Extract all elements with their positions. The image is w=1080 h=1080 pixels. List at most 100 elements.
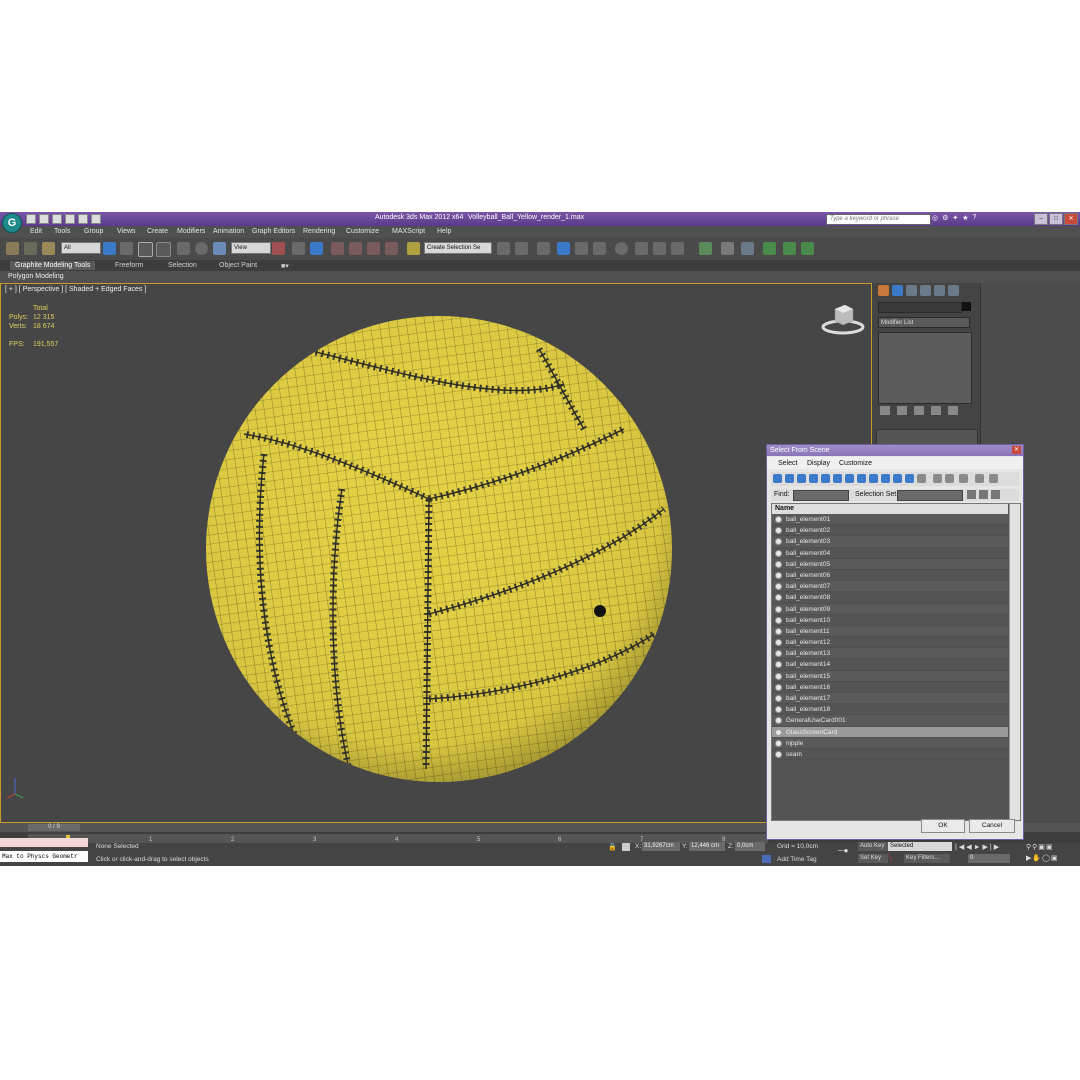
help-icon[interactable]: ? — [973, 214, 977, 222]
list-item[interactable]: ball_element06 — [772, 569, 1008, 582]
reset-simulation-icon[interactable] — [801, 242, 814, 255]
menu-animation[interactable]: Animation — [213, 228, 244, 235]
graphite-toggle-icon[interactable] — [557, 242, 570, 255]
filter-options-icon[interactable] — [989, 474, 998, 483]
save-file-icon[interactable] — [52, 214, 62, 224]
display-frozen-icon[interactable] — [893, 474, 902, 483]
show-end-result-icon[interactable] — [897, 406, 907, 415]
sync-selection-icon[interactable] — [959, 474, 968, 483]
list-item[interactable]: ball_element03 — [772, 536, 1008, 548]
list-item[interactable]: ball_element13 — [772, 648, 1008, 660]
physx-rigid-icon[interactable] — [721, 242, 734, 255]
render-setup-icon[interactable] — [635, 242, 648, 255]
list-item[interactable]: GlassScreenCard — [772, 726, 1008, 738]
key-filters-button[interactable]: Key Filters... — [904, 854, 950, 863]
render-production-icon[interactable] — [671, 242, 684, 255]
rectangular-selection-icon[interactable] — [138, 242, 153, 257]
viewcube-icon[interactable] — [821, 299, 865, 335]
viewport-label[interactable]: [ + ] [ Perspective ] [ Shaded + Edged F… — [5, 286, 146, 293]
manipulate-icon[interactable] — [292, 242, 305, 255]
polygon-modeling-panel[interactable]: Polygon Modeling — [8, 273, 64, 280]
maximize-button[interactable]: □ — [1049, 213, 1063, 225]
display-xrefs-icon[interactable] — [857, 474, 866, 483]
hierarchy-tab-icon[interactable] — [906, 285, 917, 296]
configure-sets-icon[interactable] — [948, 406, 958, 415]
maxscript-listener-input[interactable] — [0, 838, 88, 847]
display-helpers-icon[interactable] — [821, 474, 830, 483]
bind-space-warp-icon[interactable] — [42, 242, 55, 255]
physx-properties-icon[interactable] — [741, 242, 754, 255]
add-time-tag-button[interactable]: Add Time Tag — [777, 856, 817, 863]
display-hidden-icon[interactable] — [905, 474, 914, 483]
layer-manager-icon[interactable] — [537, 242, 550, 255]
remove-modifier-icon[interactable] — [931, 406, 941, 415]
simulate-icon[interactable] — [763, 242, 776, 255]
curve-editor-icon[interactable] — [575, 242, 588, 255]
key-icon[interactable]: ─● — [838, 846, 849, 855]
list-item[interactable]: ball_element16 — [772, 681, 1008, 693]
spinner-snap-icon[interactable] — [385, 242, 398, 255]
display-none-icon[interactable] — [933, 474, 942, 483]
list-item[interactable]: ball_element01 — [772, 514, 1008, 526]
list-item[interactable]: ball_element18 — [772, 704, 1008, 716]
perspective-viewport[interactable]: [ + ] [ Perspective ] [ Shaded + Edged F… — [0, 283, 872, 823]
angle-snap-icon[interactable] — [349, 242, 362, 255]
volleyball-model[interactable] — [204, 314, 674, 784]
project-folder-icon[interactable] — [91, 214, 101, 224]
key-mode-dropdown[interactable]: Selected — [888, 842, 952, 851]
display-cameras-icon[interactable] — [809, 474, 818, 483]
pin-stack-icon[interactable] — [880, 406, 890, 415]
y-coordinate-field[interactable]: 12,446 cm — [689, 842, 725, 851]
auto-key-button[interactable]: Auto Key — [858, 842, 888, 851]
list-item[interactable]: ball_element05 — [772, 558, 1008, 570]
playback-controls[interactable]: |◀◀►▶|▶ — [955, 843, 1001, 851]
redo-icon[interactable] — [78, 214, 88, 224]
list-item[interactable]: ball_element15 — [772, 670, 1008, 682]
current-frame-field[interactable]: 0 — [968, 854, 1010, 863]
tab-freeform[interactable]: Freeform — [110, 261, 148, 270]
favorites-icon[interactable]: ★ — [962, 214, 968, 222]
minimize-button[interactable]: – — [1034, 213, 1048, 225]
modifier-list-dropdown[interactable]: Modifier List — [878, 317, 970, 328]
cancel-button[interactable]: Cancel — [969, 819, 1015, 833]
dialog-menu-customize[interactable]: Customize — [839, 460, 872, 467]
communication-icon[interactable]: ✦ — [952, 214, 958, 222]
column-header-name[interactable]: Name — [772, 504, 1008, 514]
set-key-button[interactable]: Set Key — [858, 854, 888, 863]
select-none-icon[interactable] — [979, 490, 988, 499]
maxscript-listener-output[interactable]: Max to Physcs Geometr — [0, 851, 88, 862]
app-logo-icon[interactable]: G — [2, 213, 22, 233]
display-bones-icon[interactable] — [869, 474, 878, 483]
menu-modifiers[interactable]: Modifiers — [177, 228, 205, 235]
menu-group[interactable]: Group — [84, 228, 103, 235]
physx-icon[interactable] — [699, 242, 712, 255]
list-item[interactable]: ball_element11 — [772, 625, 1008, 638]
list-scrollbar[interactable] — [1009, 504, 1020, 820]
unlink-icon[interactable] — [24, 242, 37, 255]
help-search-input[interactable]: Type a keyword or phrase — [826, 214, 931, 225]
menu-edit[interactable]: Edit — [30, 228, 42, 235]
object-color-swatch[interactable] — [962, 302, 971, 311]
snaps-toggle-icon[interactable] — [331, 242, 344, 255]
menu-graph-editors[interactable]: Graph Editors — [252, 228, 295, 235]
frame-counter[interactable]: 0 / 9 — [28, 824, 80, 831]
filter-icon[interactable] — [975, 474, 984, 483]
step-simulation-icon[interactable] — [783, 242, 796, 255]
find-input[interactable] — [793, 490, 849, 501]
select-object-icon[interactable] — [103, 242, 116, 255]
keyboard-shortcut-override-icon[interactable] — [310, 242, 323, 255]
list-item[interactable]: ball_element08 — [772, 592, 1008, 604]
motion-tab-icon[interactable] — [920, 285, 931, 296]
subscription-icon[interactable]: ⚙ — [942, 214, 948, 222]
menu-customize[interactable]: Customize — [346, 228, 379, 235]
list-item[interactable]: ball_element14 — [772, 659, 1008, 671]
z-coordinate-field[interactable]: 0,0cm — [735, 842, 765, 851]
list-item[interactable]: nipple — [772, 737, 1008, 749]
make-unique-icon[interactable] — [914, 406, 924, 415]
list-item[interactable]: GeneralUseCard001 — [772, 715, 1008, 727]
set-key-filter-icon[interactable]: ╲ — [888, 854, 892, 862]
ok-button[interactable]: OK — [921, 819, 965, 833]
viewport-navigation-icons-2[interactable]: ▶✋◯▣ — [1026, 854, 1059, 862]
binoculars-icon[interactable]: ◎ — [932, 214, 938, 222]
tab-selection[interactable]: Selection — [163, 261, 202, 270]
